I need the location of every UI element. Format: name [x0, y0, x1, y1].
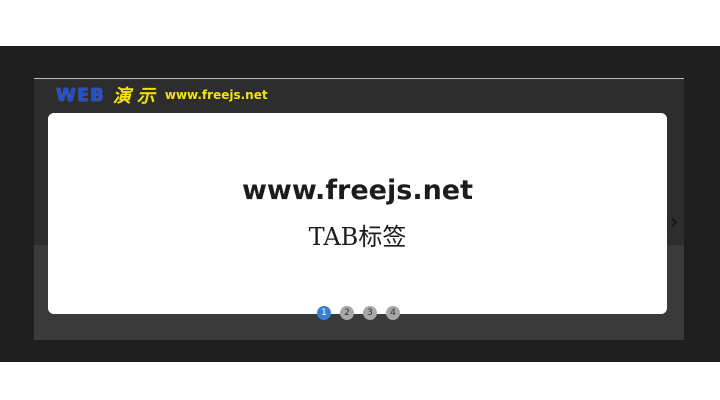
slide-pager: 1 2 3 4	[317, 306, 400, 320]
next-arrow-icon[interactable]: ›	[666, 210, 682, 235]
logo-url-text: www.freejs.net	[164, 88, 268, 102]
pager-dot-1[interactable]: 1	[317, 306, 331, 320]
slide-title: www.freejs.net	[241, 175, 474, 206]
header-logo: WEB 演示 www.freejs.net	[56, 84, 268, 108]
slide-panel: www.freejs.net TAB标签	[48, 113, 667, 314]
logo-demo-text: 演示	[112, 86, 161, 107]
pager-dot-2[interactable]: 2	[340, 306, 354, 320]
logo-web-text: WEB	[56, 84, 105, 106]
pager-dot-4[interactable]: 4	[386, 306, 400, 320]
pager-dot-3[interactable]: 3	[363, 306, 377, 320]
demo-frame: WEB 演示 www.freejs.net www.freejs.net TAB…	[34, 78, 684, 340]
slide-subtitle: TAB标签	[308, 223, 407, 251]
page: WEB 演示 www.freejs.net www.freejs.net TAB…	[0, 0, 720, 400]
